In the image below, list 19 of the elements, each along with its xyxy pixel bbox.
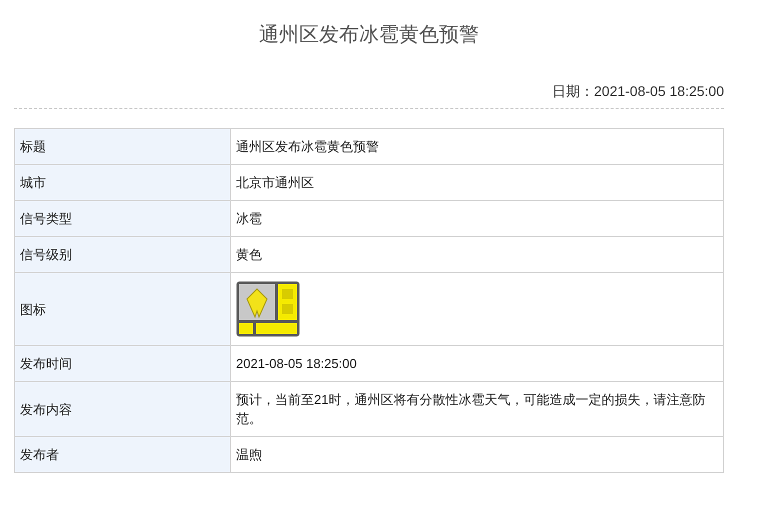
label-cell: 发布时间 [14, 346, 230, 382]
date-value: 2021-08-05 18:25:00 [594, 83, 724, 99]
label-cell: 信号级别 [14, 236, 230, 272]
hail-warning-icon [236, 281, 300, 337]
label-cell: 信号类型 [14, 200, 230, 236]
label-cell: 标题 [14, 128, 230, 164]
value-cell: 温煦 [230, 436, 724, 472]
label-cell: 发布者 [14, 436, 230, 472]
page-title: 通州区发布冰雹黄色预警 [258, 23, 480, 48]
value-cell: 通州区发布冰雹黄色预警 [230, 128, 724, 164]
value-cell: 预计，当前至21时，通州区将有分散性冰雹天气，可能造成一定的损失，请注意防范。 [230, 382, 724, 436]
label-cell: 发布内容 [14, 382, 230, 436]
label-cell: 城市 [14, 164, 230, 200]
date-label: 日期： [552, 83, 594, 99]
value-cell: 2021-08-05 18:25:00 [230, 346, 724, 382]
value-cell: 黄色 [230, 236, 724, 272]
label-cell: 图标 [14, 272, 230, 346]
value-cell: 北京市通州区 [230, 164, 724, 200]
value-cell: 冰雹 [230, 200, 724, 236]
